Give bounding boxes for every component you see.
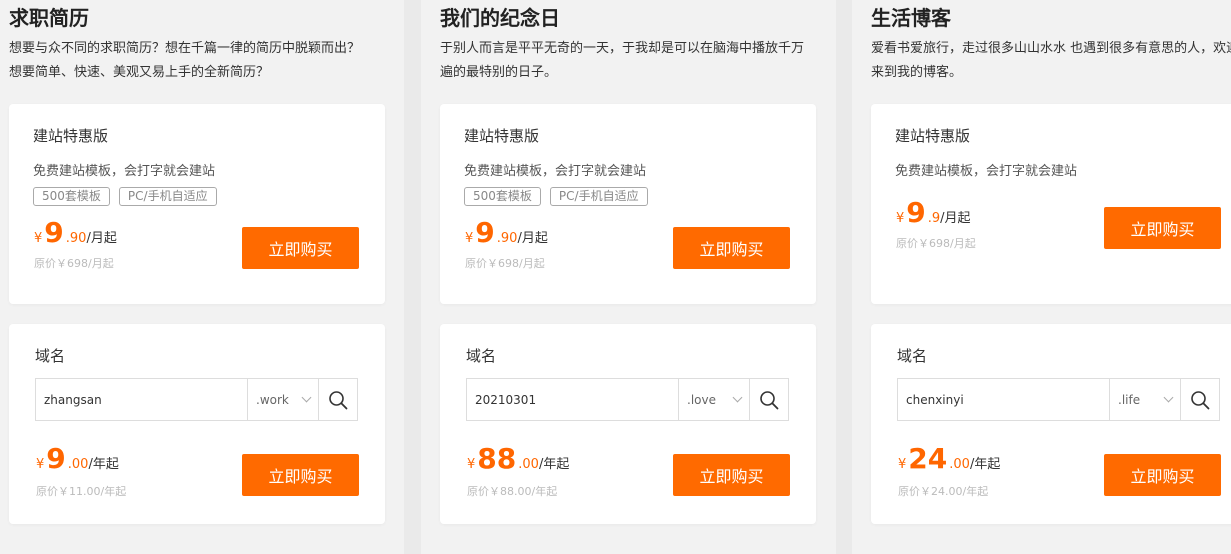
currency-symbol: ¥: [465, 231, 474, 246]
price-integer: 88: [477, 442, 517, 475]
original-price: 原价￥698/月起: [34, 257, 114, 270]
domain-price: ¥24.00/年起: [898, 442, 1000, 475]
original-price: 原价￥698/月起: [465, 257, 545, 270]
domain-search-button[interactable]: [750, 379, 788, 420]
original-price: 原价￥24.00/年起: [898, 485, 989, 498]
domain-suffix-select[interactable]: .love: [679, 379, 750, 420]
domain-suffix-value: .love: [687, 392, 716, 407]
price-decimal: .90: [496, 231, 518, 246]
site-offer-card: 建站特惠版 免费建站模板，会打字就会建站 ¥9.9/月起 原价￥698/月起 立…: [871, 104, 1231, 304]
price-integer: 9: [46, 442, 66, 475]
price-integer: 9: [475, 216, 495, 249]
column-title: 求职简历: [9, 6, 89, 30]
site-price: ¥9.90/月起: [465, 216, 548, 249]
column-title: 我们的纪念日: [440, 6, 560, 30]
price-unit: /年起: [969, 457, 1001, 472]
column-description: 想要与众不同的求职简历？想在千篇一律的简历中脱颖而出？想要简单、快速、美观又易上…: [9, 41, 361, 80]
feature-tag: PC/手机自适应: [549, 187, 648, 206]
currency-symbol: ¥: [36, 457, 45, 472]
column-description: 于别人而言是平平无奇的一天，于我却是可以在脑海中播放千万遍的最特别的日子。: [440, 41, 805, 80]
site-offer-subtitle: 免费建站模板，会打字就会建站: [895, 164, 1078, 179]
domain-search-box: .work: [35, 378, 358, 421]
feature-tag: PC/手机自适应: [118, 187, 217, 206]
buy-now-button[interactable]: 立即购买: [673, 227, 790, 269]
price-unit: /年起: [538, 457, 570, 472]
domain-price: ¥88.00/年起: [467, 442, 569, 475]
original-price: 原价￥11.00/年起: [36, 485, 127, 498]
feature-tags: 500套模板 PC/手机自适应: [33, 187, 217, 206]
search-icon: [1191, 390, 1210, 409]
feature-tag: 500套模板: [464, 187, 541, 206]
template-column-anniversary: 我们的纪念日 于别人而言是平平无奇的一天，于我却是可以在脑海中播放千万遍的最特别…: [421, 0, 836, 554]
domain-search-box: .love: [466, 378, 789, 421]
original-price: 原价￥698/月起: [896, 237, 976, 250]
site-offer-title: 建站特惠版: [464, 127, 540, 145]
price-unit: /月起: [940, 211, 971, 226]
template-column-resume: 求职简历 想要与众不同的求职简历？想在千篇一律的简历中脱颖而出？想要简单、快速、…: [0, 0, 404, 554]
site-price: ¥9.9/月起: [896, 196, 971, 229]
buy-now-button[interactable]: 立即购买: [242, 227, 359, 269]
domain-search-button[interactable]: [1181, 379, 1219, 420]
currency-symbol: ¥: [34, 231, 43, 246]
site-offer-subtitle: 免费建站模板，会打字就会建站: [33, 164, 216, 179]
buy-now-button[interactable]: 立即购买: [673, 454, 790, 496]
feature-tag: 500套模板: [33, 187, 110, 206]
template-column-blog: 生活博客 爱看书爱旅行，走过很多山山水水 也遇到很多有意思的人，欢迎来到我的博客…: [852, 0, 1231, 554]
buy-now-button[interactable]: 立即购买: [1104, 207, 1221, 249]
domain-suffix-select[interactable]: .work: [248, 379, 319, 420]
buy-now-button[interactable]: 立即购买: [242, 454, 359, 496]
domain-price: ¥9.00/年起: [36, 442, 119, 475]
price-integer: 24: [908, 442, 948, 475]
site-offer-title: 建站特惠版: [895, 127, 971, 145]
currency-symbol: ¥: [896, 211, 905, 226]
price-decimal: .00: [67, 457, 89, 472]
price-decimal: .90: [65, 231, 87, 246]
domain-input[interactable]: [36, 379, 248, 420]
chevron-down-icon: [732, 392, 743, 403]
price-unit: /月起: [517, 231, 548, 246]
column-description: 爱看书爱旅行，走过很多山山水水 也遇到很多有意思的人，欢迎来到我的博客。: [871, 41, 1231, 80]
domain-input[interactable]: [898, 379, 1110, 420]
domain-input[interactable]: [467, 379, 679, 420]
domain-card-title: 域名: [35, 347, 66, 365]
price-integer: 9: [906, 196, 926, 229]
site-offer-subtitle: 免费建站模板，会打字就会建站: [464, 164, 647, 179]
price-unit: /年起: [88, 457, 119, 472]
column-title: 生活博客: [871, 6, 951, 30]
domain-card: 域名 .life ¥24.00/年起 原价￥24.00/年起 立即购买: [871, 324, 1231, 524]
domain-card: 域名 .work ¥9.00/年起 原价￥11.00/年起 立即购买: [9, 324, 385, 524]
domain-suffix-value: .life: [1118, 392, 1141, 407]
price-integer: 9: [44, 216, 64, 249]
buy-now-button[interactable]: 立即购买: [1104, 454, 1221, 496]
currency-symbol: ¥: [467, 457, 476, 472]
site-offer-title: 建站特惠版: [33, 127, 109, 145]
search-icon: [760, 390, 779, 409]
domain-card: 域名 .love ¥88.00/年起 原价￥88.00/年起 立即购买: [440, 324, 816, 524]
price-unit: /月起: [86, 231, 117, 246]
price-decimal: .00: [949, 457, 970, 472]
site-offer-card: 建站特惠版 免费建站模板，会打字就会建站 500套模板 PC/手机自适应 ¥9.…: [440, 104, 816, 304]
original-price: 原价￥88.00/年起: [467, 485, 558, 498]
site-price: ¥9.90/月起: [34, 216, 117, 249]
chevron-down-icon: [1163, 392, 1174, 403]
price-decimal: .00: [518, 457, 539, 472]
search-icon: [329, 390, 348, 409]
currency-symbol: ¥: [898, 457, 907, 472]
domain-suffix-select[interactable]: .life: [1110, 379, 1181, 420]
domain-suffix-value: .work: [256, 392, 289, 407]
domain-card-title: 域名: [897, 347, 928, 365]
site-offer-card: 建站特惠版 免费建站模板，会打字就会建站 500套模板 PC/手机自适应 ¥9.…: [9, 104, 385, 304]
domain-search-box: .life: [897, 378, 1220, 421]
domain-card-title: 域名: [466, 347, 497, 365]
feature-tags: 500套模板 PC/手机自适应: [464, 187, 648, 206]
chevron-down-icon: [301, 392, 312, 403]
price-decimal: .9: [927, 211, 941, 226]
domain-search-button[interactable]: [319, 379, 357, 420]
